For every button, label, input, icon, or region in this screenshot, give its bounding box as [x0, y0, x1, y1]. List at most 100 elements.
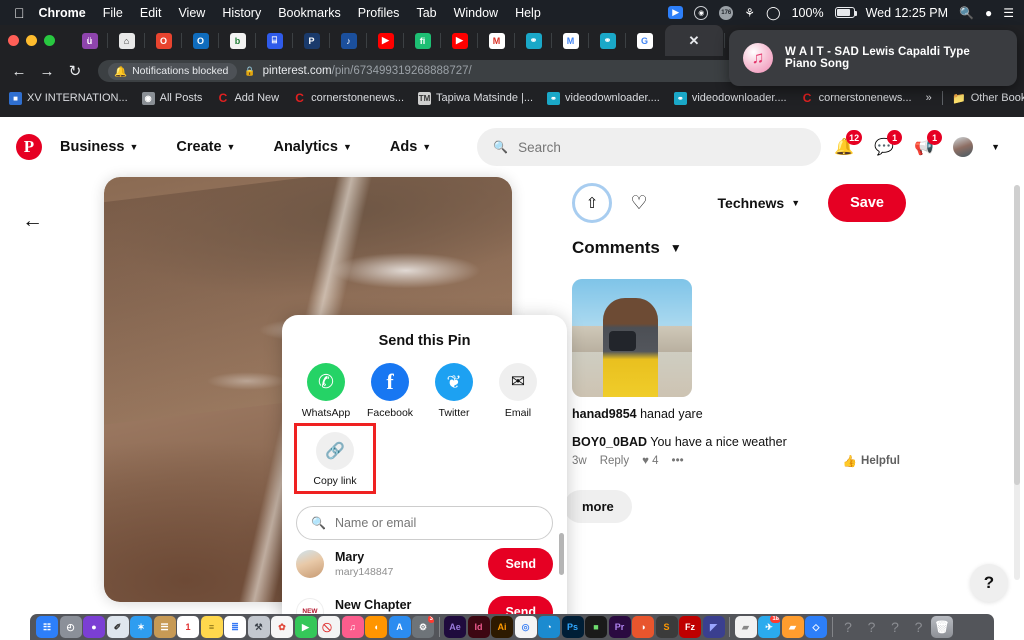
menubar-clock[interactable]: Wed 12:25 PM	[866, 6, 948, 20]
contact-search-input[interactable]: 🔍 Name or email	[296, 506, 553, 540]
blue-square-icon[interactable]: ▶	[668, 6, 684, 19]
dock-item-preview[interactable]: ✐	[106, 616, 129, 638]
lock-icon[interactable]: 🔒	[244, 66, 255, 77]
dock-item-illustrator[interactable]: Ai	[491, 616, 513, 638]
menu-item-window[interactable]: Window	[454, 6, 498, 20]
share-twitter[interactable]: ❦ Twitter	[422, 363, 486, 419]
bookmark-item[interactable]: ⚭ videodownloader....	[673, 91, 787, 105]
comment-more-icon[interactable]: •••	[672, 455, 684, 467]
dock-item-firefox[interactable]: ◑	[632, 616, 654, 638]
avatar[interactable]	[953, 137, 974, 157]
announcement-megaphone-icon[interactable]: 📢 1	[913, 130, 943, 158]
dock-item-folder-white[interactable]: ▰	[734, 616, 757, 638]
download-176-icon[interactable]: 176	[719, 5, 734, 20]
dock-item-facetime[interactable]: ▶	[294, 616, 317, 638]
dock-item-lightroom[interactable]: ◤	[702, 616, 725, 638]
notifications-blocked-chip[interactable]: 🔔 Notifications blocked	[108, 62, 238, 80]
tab-gmail-2[interactable]: M	[551, 29, 582, 52]
bookmark-item[interactable]: ◉ All Posts	[141, 91, 202, 105]
comment-likes[interactable]: ♥ 4	[642, 455, 658, 467]
dock-item-edge[interactable]: ◔	[538, 616, 560, 638]
menu-item-chrome[interactable]: Chrome	[39, 6, 86, 20]
dock-placeholder-icon[interactable]: ?	[861, 616, 883, 638]
menu-item-file[interactable]: File	[103, 6, 123, 20]
control-center-icon[interactable]: ☰	[1003, 6, 1014, 20]
apple-menu-icon[interactable]: 	[14, 6, 25, 20]
comment-reply-button[interactable]: Reply	[600, 455, 629, 467]
send-button[interactable]: Send	[488, 548, 553, 580]
nav-create[interactable]: Create ▼	[166, 132, 245, 162]
tab-ubuntu[interactable]: ü	[78, 29, 101, 52]
menu-item-edit[interactable]: Edit	[140, 6, 162, 20]
save-button[interactable]: Save	[828, 184, 906, 222]
tab-home[interactable]: ⌂	[107, 29, 138, 52]
dock-item-notes[interactable]: ≡	[200, 616, 223, 638]
bookmarks-overflow-button[interactable]: »	[926, 92, 932, 104]
account-chevron-down-icon[interactable]: ▼	[991, 142, 1000, 152]
heart-icon[interactable]: ♡	[626, 190, 652, 216]
dock-item-books[interactable]: ◖	[365, 616, 387, 638]
dock-item-app-store[interactable]: A	[388, 616, 411, 638]
dock-item-after-effects[interactable]: Ae	[444, 616, 466, 638]
bookmark-item[interactable]: ■ XV INTERNATION...	[9, 91, 128, 105]
tab-gmail-1[interactable]: M	[477, 29, 508, 52]
dock-placeholder-icon[interactable]: ?	[884, 616, 906, 638]
contact-row[interactable]: NEW New Chaptermaskarycanada Send	[282, 588, 567, 614]
copy-link-button[interactable]: 🔗 Copy link	[294, 423, 376, 494]
notification-toast[interactable]: ♫ W A I T - SAD Lewis Capaldi Type Piano…	[729, 30, 1017, 86]
tab-link-1[interactable]: ⚭	[514, 29, 545, 52]
minimize-window-button[interactable]	[26, 35, 37, 46]
share-upload-icon[interactable]: ⇧	[572, 183, 612, 223]
dock-placeholder-icon[interactable]: ?	[908, 616, 930, 638]
dock-item-finder[interactable]: ☷	[36, 616, 58, 638]
dock-item-music[interactable]: ♫	[341, 616, 364, 638]
dock-item-utilities[interactable]: ⚒	[247, 616, 270, 638]
close-window-button[interactable]	[8, 35, 19, 46]
tab-youtube-2[interactable]: ▶	[440, 29, 471, 52]
dock-item-launchpad[interactable]: ◴	[59, 616, 82, 638]
reload-icon[interactable]: ↻	[66, 62, 84, 80]
tab-youtube-1[interactable]: ▶	[366, 29, 397, 52]
share-facebook[interactable]: f Facebook	[358, 363, 422, 419]
dock-item-filezilla[interactable]: Fz	[679, 616, 701, 638]
dock-item-system-preferences[interactable]: ⚙ 3	[412, 616, 434, 638]
share-email[interactable]: ✉ Email	[486, 363, 550, 419]
more-button[interactable]: more	[564, 490, 632, 523]
dock-item-photos[interactable]: ✿	[271, 616, 293, 638]
bookmark-item[interactable]: Ccornerstonenews...	[801, 91, 912, 105]
comments-header[interactable]: Comments ▼	[560, 229, 920, 267]
dock-item-photoshop[interactable]: Ps	[561, 616, 584, 638]
notifications-bell-icon[interactable]: 🔔 12	[833, 130, 863, 158]
dock-item-dropbox[interactable]: ◇	[805, 616, 827, 638]
grammarly-icon[interactable]: ⚘	[744, 6, 755, 20]
menu-item-help[interactable]: Help	[515, 6, 541, 20]
dock-item-reminders[interactable]: ≣	[224, 616, 246, 638]
search-input[interactable]: 🔍 Search	[477, 128, 822, 166]
tab-link-2[interactable]: ⚭	[588, 29, 619, 52]
dock-item-terminal[interactable]: ■	[585, 616, 607, 638]
dock-placeholder-icon[interactable]: ?	[837, 616, 859, 638]
contact-row[interactable]: Mary mary148847 Send	[282, 540, 567, 588]
dock-item-folder-orange[interactable]: ▰	[781, 616, 804, 638]
dock-item-telegram[interactable]: ✈ 18	[758, 616, 780, 638]
tab-opera[interactable]: O	[144, 29, 175, 52]
page-scrollbar[interactable]	[1014, 185, 1020, 580]
dock-item-contacts[interactable]: ☰	[153, 616, 176, 638]
other-bookmarks-folder[interactable]: 📁 Other Bookmarks	[952, 92, 1024, 105]
bookmark-item[interactable]: ⚭ videodownloader....	[547, 91, 660, 105]
tab-bet365[interactable]: b	[218, 29, 249, 52]
nav-business[interactable]: Business ▼	[50, 132, 148, 162]
tab-google[interactable]: G	[625, 29, 656, 52]
tab-paypal[interactable]: P	[292, 29, 323, 52]
help-button[interactable]: ?	[970, 564, 1008, 602]
dock-item-calendar[interactable]: 1	[177, 616, 199, 638]
comment-username[interactable]: BOY0_0BAD	[572, 435, 647, 449]
battery-icon[interactable]	[834, 7, 857, 18]
menu-item-view[interactable]: View	[178, 6, 205, 20]
dock-item-trash[interactable]: 🗑	[931, 616, 953, 638]
tab-pinterest-active[interactable]: ✕	[665, 25, 723, 56]
dock-item-do-not-disturb[interactable]: ⃠	[318, 616, 340, 638]
dock-item-sublime-text[interactable]: S	[655, 616, 678, 638]
comment-username[interactable]: hanad9854	[572, 407, 637, 421]
spotlight-search-icon[interactable]: 🔍	[959, 6, 974, 20]
